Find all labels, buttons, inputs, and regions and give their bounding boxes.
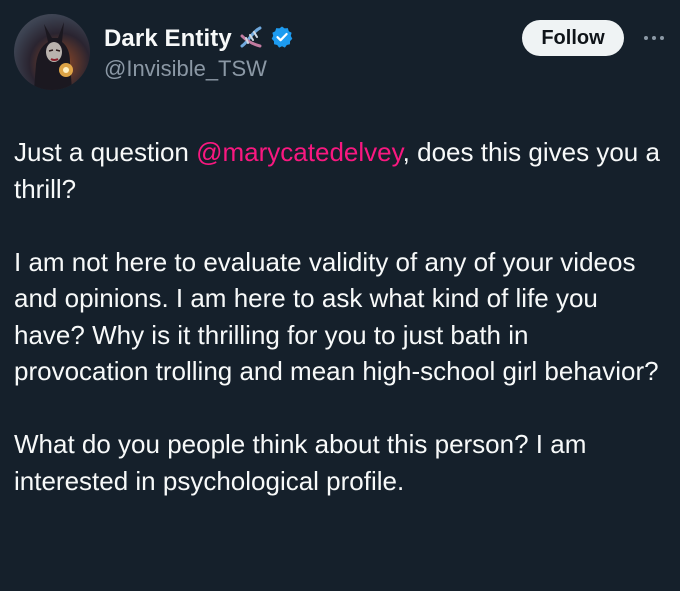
avatar[interactable]: [14, 14, 90, 90]
author-handle[interactable]: @Invisible_TSW: [104, 56, 267, 82]
mention-link[interactable]: @marycatedelvey: [196, 137, 403, 167]
tweet-text: Just a question @marycatedelvey, does th…: [14, 134, 664, 499]
verified-badge-icon: [270, 25, 294, 54]
tweet-paragraph-1: Just a question @marycatedelvey, does th…: [14, 134, 664, 207]
tweet-header: Dark Entity @Invisible_TSW Follow: [0, 0, 680, 100]
more-options-button[interactable]: [636, 24, 672, 52]
author-name-row: Dark Entity: [104, 22, 294, 56]
follow-button[interactable]: Follow: [522, 20, 624, 56]
tweet-paragraph-2: I am not here to evaluate validity of an…: [14, 246, 659, 387]
dna-emoji-icon: [238, 24, 264, 55]
more-options-icon: [642, 29, 666, 47]
author-display-name[interactable]: Dark Entity: [104, 25, 232, 53]
tweet-paragraph-3: What do you people think about this pers…: [14, 429, 587, 496]
tweet-text-segment: Just a question: [14, 137, 197, 167]
avatar-image: [34, 22, 73, 90]
